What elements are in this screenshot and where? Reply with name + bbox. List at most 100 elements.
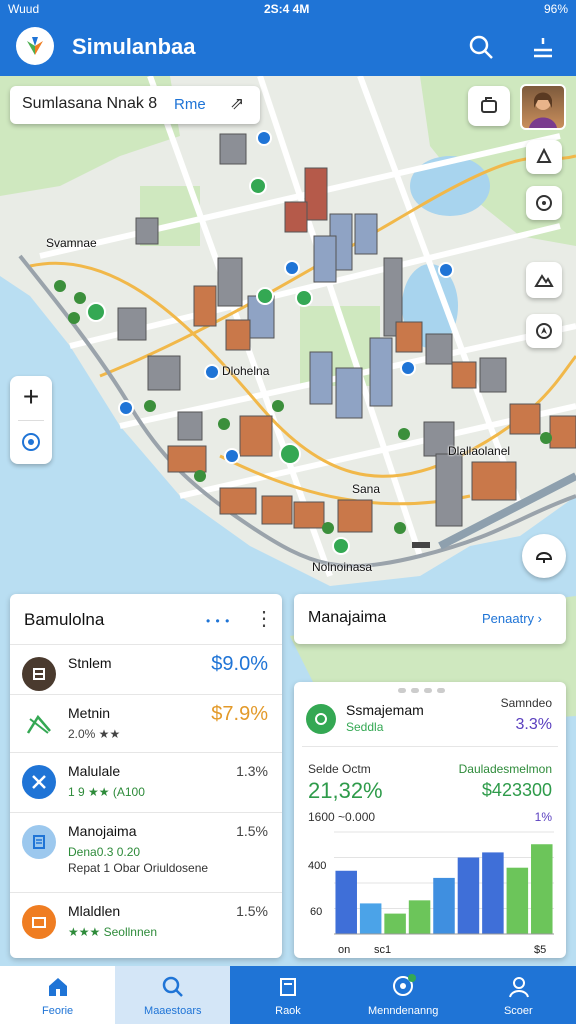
- stats-sub: Seddla: [346, 720, 384, 734]
- row-rating: 2.0% ★★: [68, 727, 121, 741]
- y-tick-label: 400: [308, 860, 327, 872]
- route-icon: [22, 707, 56, 741]
- profile-icon: [505, 974, 533, 1000]
- pager-dots: • • •: [206, 614, 231, 628]
- row-name: Mlaldlen: [68, 903, 121, 919]
- stats-label-right: Samndeo: [500, 696, 552, 710]
- avatar[interactable]: [520, 84, 566, 130]
- list-item[interactable]: Mlaldlen ★★★ Seollnnen 1.5%: [10, 892, 282, 958]
- map-search-link[interactable]: Rme: [174, 96, 206, 113]
- map-label-harbor: Nolnoinasa: [312, 560, 373, 574]
- chart-bar: [433, 877, 455, 934]
- status-bar: Wuud 2S:4 4M 96%: [0, 0, 576, 18]
- chart-bar: [408, 900, 431, 934]
- chart-bar: [482, 852, 504, 934]
- chart-bar: [335, 870, 357, 934]
- nav-bookmarks[interactable]: Raok: [230, 966, 345, 1024]
- nav-profile[interactable]: Scoer: [461, 966, 576, 1024]
- divider: [302, 746, 558, 747]
- right-panel-link[interactable]: Penaatry ›: [482, 611, 542, 626]
- zoom-divider: [18, 420, 44, 421]
- left-panel: Bamulolna • • • ⋮ Stnlem $9.0% Metnin 2.…: [10, 594, 282, 958]
- row-name: Stnlem: [68, 655, 112, 671]
- menu-icon[interactable]: [528, 32, 558, 62]
- chart-bar: [384, 913, 406, 934]
- battery-text: 96%: [543, 2, 568, 16]
- search-icon[interactable]: [466, 32, 496, 62]
- right-panel-header[interactable]: Manajaima Penaatry ›: [294, 594, 566, 644]
- bar-chart: [334, 831, 554, 935]
- bookmark-icon: [274, 974, 302, 1000]
- chart-bar: [359, 903, 382, 934]
- map-label-east: Dlallaolanel: [448, 444, 511, 458]
- terrain-icon[interactable]: [526, 262, 562, 298]
- left-panel-title: Bamulolna: [24, 610, 105, 629]
- row-rating: ★★★ Seollnnen: [68, 925, 157, 939]
- row-description: Repat 1 Obar Oriuldosene: [68, 861, 209, 875]
- alert-icon[interactable]: [526, 140, 562, 174]
- stats-name: Ssmajemam: [346, 702, 424, 718]
- directions-icon[interactable]: ⇗: [230, 94, 244, 114]
- row-name: Metnin: [68, 705, 111, 721]
- chart-bar: [506, 867, 529, 934]
- chart-bar: [457, 857, 480, 934]
- layers-icon[interactable]: [468, 86, 510, 126]
- map-label-center: Dlohelna: [222, 364, 270, 378]
- stat-small-right: 1%: [534, 810, 552, 824]
- x-tick-label: on: [338, 944, 351, 956]
- stats-card: Ssmajemam Seddla Samndeo 3.3% Selde Octm…: [294, 682, 566, 958]
- home-icon: [44, 974, 72, 1000]
- x-tick-label: sc1: [374, 944, 392, 956]
- tools-icon: [22, 765, 56, 799]
- row-value: $7.9%: [211, 703, 268, 725]
- stat-value-right: $423300: [481, 780, 552, 800]
- folder-icon: [22, 905, 56, 939]
- app-header: Simulanbaa: [0, 18, 576, 76]
- row-value: 1.3%: [236, 763, 268, 779]
- row-name: Malulale: [68, 763, 121, 779]
- nav-home-label: Feorie: [42, 1005, 74, 1017]
- row-name: Manojaima: [68, 823, 137, 839]
- building-icon: [22, 657, 56, 691]
- leaf-logo-icon: [16, 27, 54, 65]
- nav-profile-label: Scoer: [503, 1005, 533, 1017]
- row-value: 1.5%: [236, 823, 268, 839]
- map-search-bar[interactable]: Sumlasana Nnak 8 Rme ⇗: [10, 86, 260, 124]
- list-item[interactable]: Manojaima Dena0.3 0.20 Repat 1 Obar Oriu…: [10, 812, 282, 884]
- navigation-icon[interactable]: [526, 314, 562, 348]
- carrier-text: Wuud: [8, 2, 40, 16]
- nav-home[interactable]: Feorie: [0, 966, 116, 1024]
- y-tick-label: 60: [310, 906, 323, 918]
- row-value: $9.0%: [211, 653, 268, 675]
- app-title: Simulanbaa: [72, 34, 196, 59]
- locate-icon[interactable]: [10, 422, 52, 462]
- stat-value: 21,32%: [308, 778, 383, 803]
- stats-value-right: 3.3%: [515, 716, 552, 733]
- x-tick-label: $5: [534, 944, 547, 956]
- nav-search-label: Maaestoars: [144, 1005, 202, 1017]
- map-search-text: Sumlasana Nnak 8: [22, 95, 158, 112]
- map-label-coast: Svamnae: [46, 236, 97, 250]
- nav-places[interactable]: Menndenanng: [346, 966, 461, 1024]
- search-icon: [159, 974, 187, 1000]
- stat-label-right: Dauladesmelmon: [458, 762, 552, 776]
- row-value: 1.5%: [236, 903, 268, 919]
- map-label-lower: Sana: [352, 482, 381, 496]
- nav-places-label: Menndenanng: [367, 1005, 439, 1017]
- more-options-icon[interactable]: ⋮: [254, 606, 274, 631]
- zoom-controls: +: [10, 376, 52, 464]
- stat-small: 1600 ~0.000: [308, 810, 376, 824]
- bottom-nav: Feorie Maaestoars Raok Menndenanng Scoer: [0, 966, 576, 1024]
- chart-bar: [531, 844, 553, 934]
- document-icon: [22, 825, 56, 859]
- plus-icon[interactable]: +: [10, 376, 52, 418]
- map-pin-icon: [390, 974, 418, 1000]
- pager-dots: [398, 688, 458, 694]
- nav-search[interactable]: Maaestoars: [115, 966, 231, 1024]
- row-rating: 1 9 ★★ (A100: [68, 785, 145, 799]
- compass-icon[interactable]: [526, 186, 562, 220]
- right-panel-title: Manajaima: [308, 609, 387, 626]
- chat-icon[interactable]: [522, 534, 566, 578]
- location-icon: [306, 704, 336, 734]
- row-detail: Dena0.3 0.20: [68, 845, 141, 859]
